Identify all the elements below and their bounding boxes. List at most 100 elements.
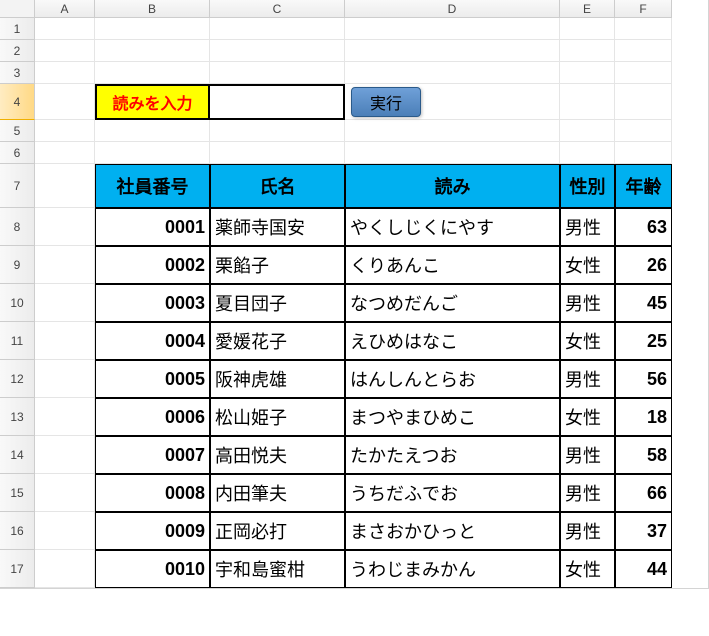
col-header-e[interactable]: E (560, 0, 615, 18)
table-cell[interactable]: 0009 (95, 512, 210, 550)
row-header-14[interactable]: 14 (0, 436, 35, 474)
blank-cell[interactable] (615, 62, 672, 84)
col-header-d[interactable]: D (345, 0, 560, 18)
blank-cell[interactable] (560, 84, 615, 120)
blank-cell[interactable] (210, 62, 345, 84)
blank-cell[interactable] (345, 18, 560, 40)
blank-cell[interactable] (35, 18, 95, 40)
blank-cell[interactable] (210, 120, 345, 142)
row-header-13[interactable]: 13 (0, 398, 35, 436)
blank-cell[interactable] (35, 246, 95, 284)
table-cell[interactable]: なつめだんご (345, 284, 560, 322)
blank-cell[interactable] (35, 474, 95, 512)
row-header-1[interactable]: 1 (0, 18, 35, 40)
row-header-16[interactable]: 16 (0, 512, 35, 550)
table-cell[interactable]: 女性 (560, 550, 615, 588)
blank-cell[interactable] (210, 18, 345, 40)
blank-cell[interactable] (210, 40, 345, 62)
table-cell[interactable]: 松山姫子 (210, 398, 345, 436)
table-cell[interactable]: 0010 (95, 550, 210, 588)
blank-cell[interactable] (560, 142, 615, 164)
blank-cell[interactable] (345, 40, 560, 62)
table-cell[interactable]: 0006 (95, 398, 210, 436)
blank-cell[interactable] (35, 398, 95, 436)
blank-cell[interactable] (345, 142, 560, 164)
table-cell[interactable]: 栗餡子 (210, 246, 345, 284)
row-header-10[interactable]: 10 (0, 284, 35, 322)
table-cell[interactable]: 男性 (560, 360, 615, 398)
table-cell[interactable]: 愛媛花子 (210, 322, 345, 360)
blank-cell[interactable] (95, 40, 210, 62)
reading-input[interactable] (210, 84, 345, 120)
table-cell[interactable]: まさおかひっと (345, 512, 560, 550)
table-cell[interactable]: 0002 (95, 246, 210, 284)
table-cell[interactable]: 阪神虎雄 (210, 360, 345, 398)
blank-cell[interactable] (345, 62, 560, 84)
blank-cell[interactable] (35, 208, 95, 246)
table-cell[interactable]: うちだふでお (345, 474, 560, 512)
blank-cell[interactable] (95, 62, 210, 84)
blank-cell[interactable] (560, 62, 615, 84)
table-cell[interactable]: 44 (615, 550, 672, 588)
table-cell[interactable]: えひめはなこ (345, 322, 560, 360)
row-header-7[interactable]: 7 (0, 164, 35, 208)
table-cell[interactable]: やくしじくにやす (345, 208, 560, 246)
col-header-b[interactable]: B (95, 0, 210, 18)
table-cell[interactable]: 男性 (560, 284, 615, 322)
blank-cell[interactable] (35, 284, 95, 322)
table-cell[interactable]: くりあんこ (345, 246, 560, 284)
col-header-f[interactable]: F (615, 0, 672, 18)
select-all-corner[interactable] (0, 0, 35, 18)
blank-cell[interactable] (615, 18, 672, 40)
blank-cell[interactable] (35, 142, 95, 164)
table-cell[interactable]: 37 (615, 512, 672, 550)
table-cell[interactable]: 夏目団子 (210, 284, 345, 322)
row-header-9[interactable]: 9 (0, 246, 35, 284)
blank-cell[interactable] (95, 18, 210, 40)
table-cell[interactable]: たかたえつお (345, 436, 560, 474)
blank-cell[interactable] (35, 120, 95, 142)
table-cell[interactable]: 18 (615, 398, 672, 436)
blank-cell[interactable] (35, 512, 95, 550)
table-cell[interactable]: 0003 (95, 284, 210, 322)
table-cell[interactable]: 0005 (95, 360, 210, 398)
table-cell[interactable]: 女性 (560, 246, 615, 284)
blank-cell[interactable] (35, 164, 95, 208)
table-cell[interactable]: 薬師寺国安 (210, 208, 345, 246)
table-cell[interactable]: 0001 (95, 208, 210, 246)
table-cell[interactable]: 58 (615, 436, 672, 474)
table-cell[interactable]: 女性 (560, 322, 615, 360)
blank-cell[interactable] (35, 550, 95, 588)
row-header-17[interactable]: 17 (0, 550, 35, 588)
blank-cell[interactable] (560, 120, 615, 142)
row-header-5[interactable]: 5 (0, 120, 35, 142)
blank-cell[interactable] (35, 84, 95, 120)
blank-cell[interactable] (35, 436, 95, 474)
blank-cell[interactable] (35, 40, 95, 62)
row-header-12[interactable]: 12 (0, 360, 35, 398)
table-cell[interactable]: 男性 (560, 436, 615, 474)
table-cell[interactable]: 63 (615, 208, 672, 246)
table-cell[interactable]: 45 (615, 284, 672, 322)
blank-cell[interactable] (35, 322, 95, 360)
table-cell[interactable]: 内田筆夫 (210, 474, 345, 512)
row-header-15[interactable]: 15 (0, 474, 35, 512)
table-cell[interactable]: 男性 (560, 208, 615, 246)
blank-cell[interactable] (615, 40, 672, 62)
blank-cell[interactable] (560, 40, 615, 62)
table-cell[interactable]: 正岡必打 (210, 512, 345, 550)
blank-cell[interactable] (345, 120, 560, 142)
table-cell[interactable]: うわじまみかん (345, 550, 560, 588)
execute-button[interactable]: 実行 (351, 87, 421, 117)
table-cell[interactable]: 男性 (560, 474, 615, 512)
table-cell[interactable]: 宇和島蜜柑 (210, 550, 345, 588)
table-cell[interactable]: 0008 (95, 474, 210, 512)
blank-cell[interactable] (615, 142, 672, 164)
blank-cell[interactable] (35, 360, 95, 398)
table-cell[interactable]: 0007 (95, 436, 210, 474)
blank-cell[interactable] (615, 84, 672, 120)
table-cell[interactable]: 56 (615, 360, 672, 398)
table-cell[interactable]: 25 (615, 322, 672, 360)
blank-cell[interactable] (210, 142, 345, 164)
table-cell[interactable]: はんしんとらお (345, 360, 560, 398)
